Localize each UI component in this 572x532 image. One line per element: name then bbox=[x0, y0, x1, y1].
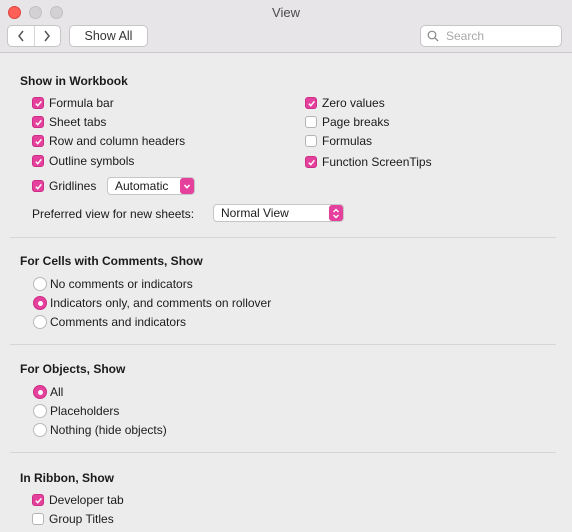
row-column-headers-label: Row and column headers bbox=[49, 134, 186, 148]
comments-option-indicators-only-label: Indicators only, and comments on rollove… bbox=[50, 296, 272, 310]
section-divider bbox=[10, 452, 556, 453]
chevron-left-icon bbox=[17, 30, 24, 42]
radio-selected-icon bbox=[33, 385, 47, 399]
checkbox-checked-icon bbox=[32, 97, 44, 109]
chevron-right-icon bbox=[44, 30, 51, 42]
checkbox-checked-icon bbox=[32, 116, 44, 128]
search-input[interactable] bbox=[444, 28, 558, 44]
page-breaks-checkbox[interactable]: Page breaks bbox=[305, 115, 389, 129]
objects-option-all-label: All bbox=[50, 385, 64, 399]
window-titlebar: View Show All bbox=[0, 0, 572, 53]
group-titles-checkbox[interactable]: Group Titles bbox=[32, 512, 114, 526]
objects-option-placeholders-label: Placeholders bbox=[50, 404, 120, 418]
sheet-tabs-checkbox[interactable]: Sheet tabs bbox=[32, 115, 106, 129]
checkbox-checked-icon bbox=[32, 180, 44, 192]
preferred-view-popup[interactable]: Normal View bbox=[213, 204, 344, 222]
radio-unselected-icon bbox=[33, 277, 47, 291]
comments-option-indicators-only[interactable]: Indicators only, and comments on rollove… bbox=[33, 296, 271, 310]
forward-button[interactable] bbox=[33, 26, 61, 46]
checkbox-checked-icon bbox=[32, 135, 44, 147]
comments-option-none-label: No comments or indicators bbox=[50, 277, 193, 291]
radio-unselected-icon bbox=[33, 423, 47, 437]
radio-selected-icon bbox=[33, 296, 47, 310]
group-titles-label: Group Titles bbox=[49, 512, 114, 526]
formula-bar-label: Formula bar bbox=[49, 96, 114, 110]
page-breaks-label: Page breaks bbox=[322, 115, 390, 129]
chevron-down-icon bbox=[180, 178, 194, 194]
radio-unselected-icon bbox=[33, 315, 47, 329]
show-all-button[interactable]: Show All bbox=[69, 25, 148, 47]
section-title-ribbon: In Ribbon, Show bbox=[20, 471, 114, 485]
outline-symbols-label: Outline symbols bbox=[49, 154, 135, 168]
checkbox-unchecked-icon bbox=[32, 513, 44, 525]
checkbox-checked-icon bbox=[305, 156, 317, 168]
function-screentips-checkbox[interactable]: Function ScreenTips bbox=[305, 155, 432, 169]
section-title-workbook: Show in Workbook bbox=[20, 74, 128, 88]
preferred-view-value: Normal View bbox=[221, 206, 289, 220]
search-icon bbox=[427, 30, 439, 42]
radio-unselected-icon bbox=[33, 404, 47, 418]
comments-option-comments-and-indicators-label: Comments and indicators bbox=[50, 315, 187, 329]
gridlines-label: Gridlines bbox=[49, 179, 97, 193]
formula-bar-checkbox[interactable]: Formula bar bbox=[32, 96, 114, 110]
checkbox-checked-icon bbox=[305, 97, 317, 109]
objects-option-nothing[interactable]: Nothing (hide objects) bbox=[33, 423, 167, 437]
row-column-headers-checkbox[interactable]: Row and column headers bbox=[32, 134, 185, 148]
sheet-tabs-label: Sheet tabs bbox=[49, 115, 107, 129]
navigation-buttons bbox=[7, 25, 61, 47]
window-title: View bbox=[272, 5, 300, 20]
section-title-objects: For Objects, Show bbox=[20, 362, 126, 376]
comments-option-comments-and-indicators[interactable]: Comments and indicators bbox=[33, 315, 186, 329]
objects-option-nothing-label: Nothing (hide objects) bbox=[50, 423, 167, 437]
function-screentips-label: Function ScreenTips bbox=[322, 155, 432, 169]
search-field[interactable] bbox=[420, 25, 562, 47]
section-divider bbox=[10, 344, 556, 345]
updown-arrows-icon bbox=[329, 205, 343, 221]
checkbox-checked-icon bbox=[32, 494, 44, 506]
gridlines-color-value: Automatic bbox=[115, 179, 169, 193]
comments-option-none[interactable]: No comments or indicators bbox=[33, 277, 193, 291]
outline-symbols-checkbox[interactable]: Outline symbols bbox=[32, 154, 134, 168]
checkbox-unchecked-icon bbox=[305, 135, 317, 147]
zero-values-label: Zero values bbox=[322, 96, 385, 110]
gridlines-checkbox[interactable]: Gridlines bbox=[32, 179, 96, 193]
formulas-checkbox[interactable]: Formulas bbox=[305, 134, 372, 148]
zero-values-checkbox[interactable]: Zero values bbox=[305, 96, 385, 110]
back-button[interactable] bbox=[8, 26, 34, 46]
formulas-label: Formulas bbox=[322, 134, 373, 148]
gridlines-color-popup[interactable]: Automatic bbox=[107, 177, 195, 195]
section-title-comments: For Cells with Comments, Show bbox=[20, 254, 203, 268]
objects-option-placeholders[interactable]: Placeholders bbox=[33, 404, 119, 418]
checkbox-checked-icon bbox=[32, 155, 44, 167]
section-divider bbox=[10, 237, 556, 238]
preferred-view-label: Preferred view for new sheets: bbox=[32, 207, 195, 221]
developer-tab-checkbox[interactable]: Developer tab bbox=[32, 493, 124, 507]
checkbox-unchecked-icon bbox=[305, 116, 317, 128]
objects-option-all[interactable]: All bbox=[33, 385, 63, 399]
developer-tab-label: Developer tab bbox=[49, 493, 124, 507]
